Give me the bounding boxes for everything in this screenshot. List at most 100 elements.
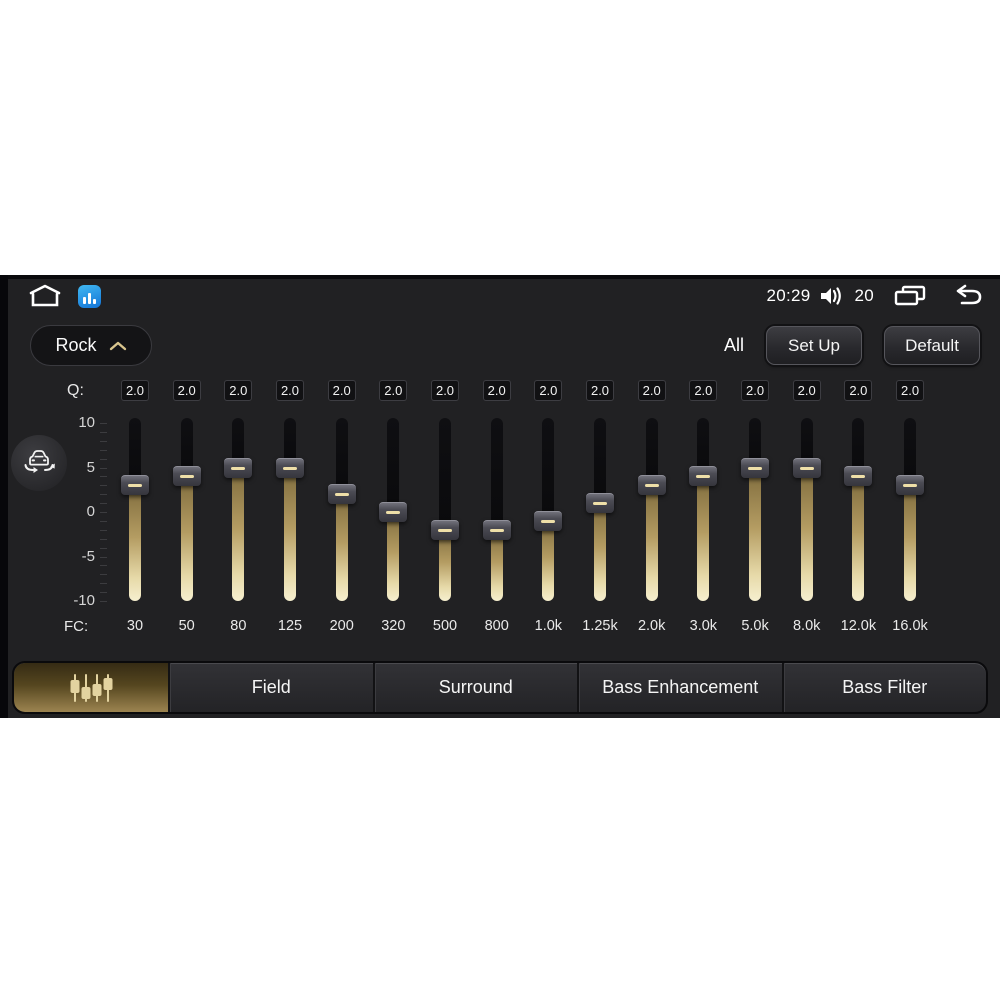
slider-knob[interactable] <box>482 519 511 540</box>
tab-bass_enhancement[interactable]: Bass Enhancement <box>577 663 782 712</box>
slider-track-lower[interactable] <box>490 529 503 601</box>
tab-equalizer[interactable] <box>14 663 168 712</box>
slider-knob[interactable] <box>896 475 925 496</box>
slider-knob[interactable] <box>792 457 821 478</box>
tab-bass_filter[interactable]: Bass Filter <box>781 663 987 712</box>
equalizer-sliders-icon <box>70 673 113 702</box>
preset-value: Rock <box>55 335 97 355</box>
eq-slider-1.25k[interactable] <box>574 418 626 610</box>
q-value-5.0k: 2.0 <box>741 380 770 401</box>
slider-track-lower[interactable] <box>180 476 193 601</box>
home-icon[interactable] <box>28 283 62 309</box>
eq-slider-1.0k[interactable] <box>522 418 574 610</box>
recent-apps-icon[interactable] <box>892 284 928 308</box>
q-value-1.25k: 2.0 <box>586 380 615 401</box>
q-value-16.0k: 2.0 <box>896 380 925 401</box>
scale-tick <box>100 556 107 558</box>
radio-app-icon[interactable] <box>78 284 101 308</box>
q-value-800: 2.0 <box>482 380 511 401</box>
slider-track-upper[interactable] <box>387 418 400 512</box>
scale-tick <box>100 574 107 576</box>
q-value-1.0k: 2.0 <box>534 380 563 401</box>
slider-knob[interactable] <box>172 466 201 487</box>
slider-track-upper[interactable] <box>490 418 503 530</box>
slider-knob[interactable] <box>431 519 460 540</box>
eq-slider-3.0k[interactable] <box>677 418 729 610</box>
scale-tick <box>100 592 107 594</box>
slider-knob[interactable] <box>741 457 770 478</box>
scale-tick <box>100 547 107 549</box>
all-button[interactable]: All <box>724 335 744 356</box>
scale-tick <box>100 583 107 585</box>
preset-dropdown[interactable]: Rock <box>30 325 152 366</box>
q-value-12.0k: 2.0 <box>844 380 873 401</box>
eq-slider-800[interactable] <box>471 418 523 610</box>
scale-tick <box>100 494 107 496</box>
slider-knob[interactable] <box>224 457 253 478</box>
scale-tick <box>100 565 107 567</box>
scale-tick <box>100 467 107 469</box>
slider-track-lower[interactable] <box>439 529 452 601</box>
slider-knob[interactable] <box>844 466 873 487</box>
slider-track-lower[interactable] <box>542 520 555 601</box>
eq-slider-30[interactable] <box>109 418 161 610</box>
slider-track-lower[interactable] <box>800 467 813 601</box>
scale-tick <box>100 601 107 602</box>
sound-position-car-button[interactable] <box>11 435 67 491</box>
eq-slider-12.0k[interactable] <box>832 418 884 610</box>
eq-slider-8.0k[interactable] <box>781 418 833 610</box>
tab-field[interactable]: Field <box>168 663 373 712</box>
eq-slider-80[interactable] <box>212 418 264 610</box>
slider-track-lower[interactable] <box>387 512 400 601</box>
back-icon[interactable] <box>948 284 984 308</box>
eq-slider-2.0k[interactable] <box>626 418 678 610</box>
slider-track-upper[interactable] <box>542 418 555 521</box>
slider-track-lower[interactable] <box>129 485 141 601</box>
eq-slider-320[interactable] <box>367 418 419 610</box>
slider-knob[interactable] <box>276 457 304 478</box>
slider-track-lower[interactable] <box>749 467 762 601</box>
q-value-3.0k: 2.0 <box>689 380 718 401</box>
eq-slider-125[interactable] <box>264 418 316 610</box>
eq-slider-50[interactable] <box>161 418 213 610</box>
slider-track-lower[interactable] <box>284 467 296 601</box>
slider-track-lower[interactable] <box>232 467 245 601</box>
slider-knob[interactable] <box>586 493 615 514</box>
slider-knob[interactable] <box>121 475 149 496</box>
q-row-label: Q: <box>67 382 84 399</box>
q-value-200: 2.0 <box>327 380 356 401</box>
eq-slider-5.0k[interactable] <box>729 418 781 610</box>
eq-slider-200[interactable] <box>316 418 368 610</box>
slider-track-upper[interactable] <box>335 418 348 495</box>
set-up-button[interactable]: Set Up <box>766 326 862 365</box>
q-value-2.0k: 2.0 <box>637 380 666 401</box>
scale-tick <box>100 440 107 442</box>
scale-tick <box>100 485 107 487</box>
slider-track-upper[interactable] <box>594 418 607 504</box>
slider-track-lower[interactable] <box>852 476 865 601</box>
q-value-80: 2.0 <box>224 380 253 401</box>
slider-track-upper[interactable] <box>439 418 452 530</box>
eq-slider-500[interactable] <box>419 418 471 610</box>
scale-label: -10 <box>73 592 95 609</box>
q-value-30: 2.0 <box>121 380 149 401</box>
clock-time: 20:29 <box>766 286 811 305</box>
slider-knob[interactable] <box>637 475 666 496</box>
scale-tick <box>100 423 107 424</box>
slider-track-lower[interactable] <box>645 485 658 601</box>
slider-knob[interactable] <box>379 502 408 522</box>
slider-track-lower[interactable] <box>594 503 607 601</box>
slider-track-lower[interactable] <box>904 485 917 601</box>
default-button[interactable]: Default <box>884 326 980 365</box>
slider-knob[interactable] <box>534 510 563 531</box>
head-unit-screen: 20:29 20 Rock All Set Up Default Q: FC: … <box>0 275 1000 718</box>
eq-slider-16.0k[interactable] <box>884 418 936 610</box>
slider-track-lower[interactable] <box>697 476 710 601</box>
slider-knob[interactable] <box>689 466 718 487</box>
scale-label: -5 <box>81 547 95 565</box>
tab-surround[interactable]: Surround <box>372 663 578 712</box>
slider-track-lower[interactable] <box>335 494 348 601</box>
volume-icon <box>821 287 842 305</box>
slider-knob[interactable] <box>327 484 356 505</box>
q-value-8.0k: 2.0 <box>792 380 821 401</box>
